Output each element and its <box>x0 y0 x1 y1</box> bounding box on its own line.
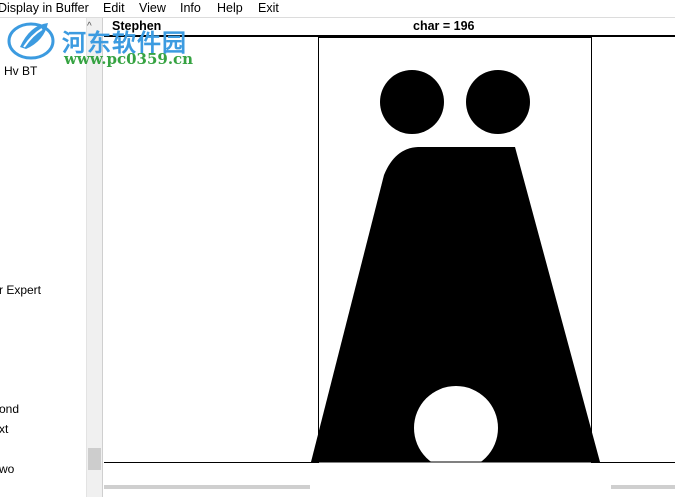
glyph-baseline-mask <box>311 463 611 497</box>
glyph-drawing <box>311 70 611 497</box>
watermark-url: www.pc0359.cn <box>64 50 194 68</box>
watermark: 河东软件园 www.pc0359.cn <box>4 11 204 73</box>
glyph-right-dot <box>466 70 530 134</box>
glyph-shape <box>311 70 611 497</box>
glyph-left-dot <box>380 70 444 134</box>
leaf-logo-icon <box>7 22 55 60</box>
glyph-counter <box>414 386 498 470</box>
